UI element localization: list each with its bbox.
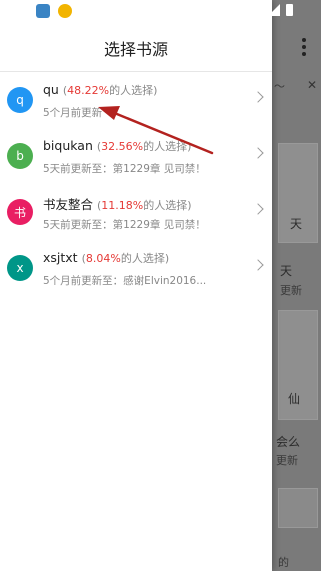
background-page: ～ ✕ 天 天 更新 仙 会么 更新 的 (272, 0, 321, 571)
source-subtitle: 5天前更新至：第1229章 见司禁！ (43, 163, 206, 175)
signal-icon (268, 4, 280, 16)
avatar: x (7, 255, 33, 281)
source-name: 书友整合 (43, 197, 94, 212)
status-bar (0, 0, 321, 22)
source-name: xsjtxt (43, 250, 78, 265)
source-subtitle: 5个月前更新至：感谢Elvin2016... (43, 275, 207, 287)
bg-text-6: 更新 (276, 454, 298, 467)
bg-dash: ～ (274, 80, 285, 93)
chevron-right-icon (252, 259, 264, 271)
chevron-right-icon (252, 91, 264, 103)
bg-text-7: 的 (278, 556, 289, 569)
bg-close-icon: ✕ (306, 78, 317, 92)
chevron-right-icon (252, 203, 264, 215)
bg-bottom-card (278, 488, 318, 528)
bg-text-2: 天 (280, 264, 293, 278)
bg-text-5: 会么 (276, 435, 301, 449)
avatar: 书 (7, 199, 33, 225)
source-name-line: qu (48.22%的人选择) (43, 82, 157, 98)
source-percent: 48.22% (67, 84, 110, 97)
battery-icon (286, 4, 293, 16)
bg-text-4: 仙 (288, 392, 301, 406)
source-percent-suffix: 的人选择) (109, 84, 158, 97)
source-name: qu (43, 82, 59, 97)
source-percent-suffix: 的人选择) (143, 140, 192, 153)
more-vert-icon[interactable] (298, 38, 310, 56)
bg-text-1: 天 (290, 217, 303, 231)
source-percent: 8.04% (85, 252, 121, 265)
source-percent-suffix: 的人选择) (120, 252, 170, 265)
source-item-xsjtxt[interactable]: x xsjtxt (8.04%的人选择) 5个月前更新至：感谢Elvin2016… (0, 240, 272, 296)
source-percent: 32.56% (101, 140, 144, 153)
drawer-title: 选择书源 (103, 40, 168, 59)
source-percent-suffix: 的人选择) (143, 199, 192, 212)
source-name: biqukan (43, 138, 93, 153)
chevron-right-icon (252, 147, 264, 159)
source-subtitle: 5个月前更新 (43, 107, 103, 119)
source-percent: 11.18% (101, 199, 144, 212)
source-item-shuyou[interactable]: 书 书友整合 (11.18%的人选择) 5天前更新至：第1229章 见司禁！ (0, 184, 272, 240)
bg-text-3: 更新 (280, 284, 302, 297)
source-name-line: biqukan (32.56%的人选择) (43, 138, 191, 154)
avatar: q (7, 87, 33, 113)
source-drawer: 选择书源 q qu (48.22%的人选择) 5个月前更新 b biqukan … (0, 0, 272, 571)
source-item-qu[interactable]: q qu (48.22%的人选择) 5个月前更新 (0, 72, 272, 128)
source-name-line: 书友整合 (11.18%的人选择) (43, 194, 192, 213)
twitter-icon (36, 4, 50, 18)
alarm-icon (58, 4, 72, 18)
source-name-line: xsjtxt (8.04%的人选择) (43, 250, 169, 266)
source-subtitle: 5天前更新至：第1229章 见司禁！ (43, 219, 206, 231)
avatar: b (7, 143, 33, 169)
source-item-biqukan[interactable]: b biqukan (32.56%的人选择) 5天前更新至：第1229章 见司禁… (0, 128, 272, 184)
